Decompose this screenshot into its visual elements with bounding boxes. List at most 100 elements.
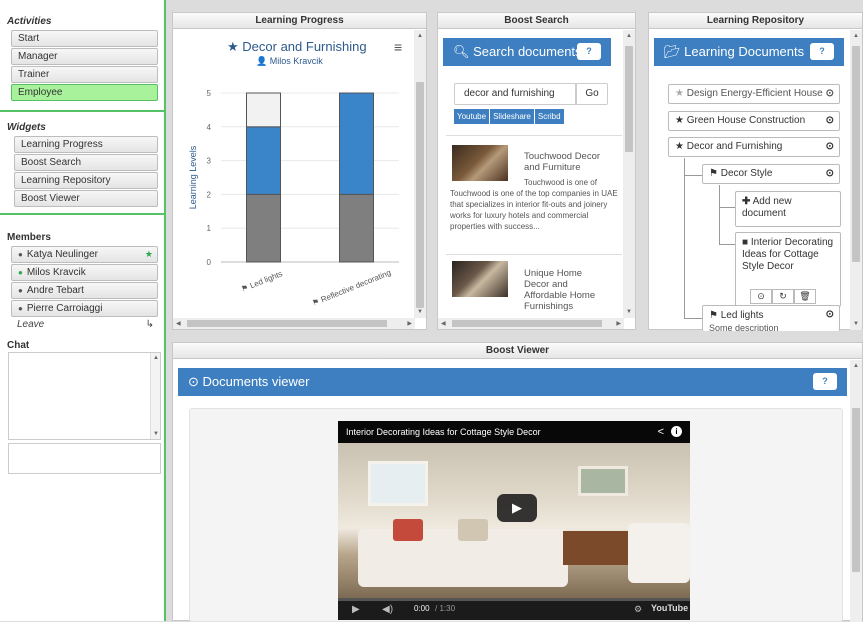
vertical-scrollbar[interactable]: ▲ ▼: [850, 30, 862, 330]
member-item[interactable]: ● Milos Kravcik: [11, 264, 158, 281]
help-icon[interactable]: ?: [810, 43, 834, 60]
tree-item[interactable]: ★ Green House Construction ⊙: [668, 111, 840, 131]
member-item[interactable]: ● Katya Neulinger ★: [11, 246, 158, 263]
tree-item[interactable]: ★ Design Energy-Efficient House ⊙: [668, 84, 840, 104]
tree-line: [684, 158, 685, 318]
activities-title: Activities: [7, 16, 52, 27]
collapse-icon[interactable]: ⊙: [826, 165, 834, 183]
widgets-section: Widgets Learning Progress Boost Search L…: [0, 110, 164, 215]
widget-learning-repository-button[interactable]: Learning Repository: [14, 172, 158, 189]
boost-viewer-panel: Boost Viewer ⊙ Documents viewer ? Interi…: [172, 342, 863, 622]
video-controls: ▶ ◀) 0:00 / 1:30 ⚙ YouTube: [338, 598, 690, 620]
document-item[interactable]: ■ Interior Decorating Ideas for Cottage …: [735, 232, 841, 307]
search-input[interactable]: decor and furnishing: [454, 83, 576, 105]
search-icon: 🔍︎: [453, 44, 470, 59]
activity-employee-button[interactable]: Employee: [11, 84, 158, 101]
view-icon[interactable]: ⊙: [750, 289, 772, 304]
search-documents-header: 🔍︎ Search documents ?: [443, 38, 611, 66]
widgets-title: Widgets: [7, 122, 46, 133]
member-name: Katya Neulinger: [26, 249, 98, 260]
add-document-button[interactable]: ✚ Add new document: [735, 191, 841, 227]
picture-shape: [578, 466, 628, 496]
activity-manager-button[interactable]: Manager: [11, 48, 158, 65]
chat-input[interactable]: [8, 443, 161, 474]
y-tick-label: 1: [207, 224, 212, 233]
tree-item[interactable]: ★ Decor and Furnishing ⊙: [668, 137, 840, 157]
edit-icon[interactable]: ↻: [772, 289, 794, 304]
horizontal-scrollbar[interactable]: ◀ ▶: [173, 318, 415, 329]
circle-play-icon: ⊙: [188, 374, 199, 389]
help-icon[interactable]: ?: [577, 43, 601, 60]
folder-open-icon: 📂︎: [664, 44, 681, 59]
info-icon[interactable]: i: [671, 426, 682, 437]
leave-arrow-icon: ↳: [145, 319, 154, 330]
chat-scrollbar[interactable]: ▲ ▼: [150, 353, 160, 439]
horizontal-scrollbar[interactable]: ◀ ▶: [438, 318, 624, 329]
tree-item-label: Green House Construction: [686, 115, 806, 126]
member-item[interactable]: ● Pierre Carroiaggi: [11, 300, 158, 317]
leave-link[interactable]: Leave ↳: [11, 319, 158, 330]
window-shape: [368, 461, 428, 506]
tree-item[interactable]: ⚑ Decor Style ⊙: [702, 164, 840, 184]
bar-segment: [246, 193, 281, 263]
boost-search-panel-title: Boost Search: [438, 13, 635, 29]
collapse-icon[interactable]: ⊙: [826, 138, 834, 156]
vertical-scrollbar[interactable]: ▲: [850, 360, 862, 622]
members-section: Members ● Katya Neulinger ★ ● Milos Krav…: [0, 228, 164, 330]
result-desc-line1: Touchwood is one of: [524, 178, 597, 187]
tree-item-desc: Some description: [709, 323, 779, 331]
member-item[interactable]: ● Andre Tebart: [11, 282, 158, 299]
offline-dot-icon: ●: [18, 250, 23, 259]
search-result[interactable]: Touchwood Decor and Furniture Touchwood …: [450, 145, 618, 257]
progress-bar[interactable]: [338, 598, 690, 601]
document-label: Interior Decorating Ideas for Cottage St…: [742, 237, 834, 272]
bar-segment: [246, 126, 281, 195]
bar-segment: [339, 92, 374, 195]
volume-icon[interactable]: ◀): [382, 604, 393, 615]
tree-item-label: Decor Style: [720, 168, 773, 179]
chart-menu-icon[interactable]: ≡: [394, 39, 402, 55]
collapse-icon[interactable]: ⊙: [826, 85, 834, 103]
widget-boost-viewer-button[interactable]: Boost Viewer: [14, 190, 158, 207]
video-title[interactable]: Interior Decorating Ideas for Cottage St…: [346, 427, 541, 437]
tree-line: [684, 318, 702, 319]
activity-start-button[interactable]: Start: [11, 30, 158, 47]
y-tick-label: 0: [207, 258, 212, 267]
chat-messages-area: ▲ ▼: [8, 352, 161, 440]
source-tab-scribd[interactable]: Scribd: [534, 109, 564, 124]
star-icon: ★: [675, 141, 684, 152]
learning-repository-panel-title: Learning Repository: [649, 13, 862, 29]
source-tab-youtube[interactable]: Youtube: [454, 109, 490, 124]
video-player[interactable]: Interior Decorating Ideas for Cottage St…: [338, 421, 690, 620]
help-icon[interactable]: ?: [813, 373, 837, 390]
share-icon[interactable]: <: [658, 421, 664, 443]
vertical-scrollbar[interactable]: ▲ ▼: [414, 30, 426, 318]
tree-item-label: Decor and Furnishing: [686, 141, 783, 152]
play-icon[interactable]: ▶: [352, 604, 360, 615]
plus-icon: ✚: [742, 196, 751, 207]
collapse-icon[interactable]: ⊙: [826, 309, 834, 321]
youtube-logo-icon[interactable]: YouTube: [651, 603, 688, 613]
search-result[interactable]: Unique Home Decor and Affordable Home Fu…: [452, 261, 618, 321]
chart-title-text: Decor and Furnishing: [242, 39, 367, 54]
tree-item[interactable]: ⚑ Led lights ⊙ Some description: [702, 305, 840, 331]
divider: [446, 135, 622, 136]
trash-icon[interactable]: 🗑︎: [794, 289, 816, 304]
bar-segment: [246, 92, 281, 128]
vertical-scrollbar[interactable]: ▲ ▼: [623, 30, 635, 318]
widget-boost-search-button[interactable]: Boost Search: [14, 154, 158, 171]
widget-learning-progress-button[interactable]: Learning Progress: [14, 136, 158, 153]
tree-item-label: Design Energy-Efficient House: [686, 88, 823, 99]
activity-trainer-button[interactable]: Trainer: [11, 66, 158, 83]
play-button[interactable]: ▶: [497, 494, 537, 522]
settings-icon[interactable]: ⚙: [634, 604, 642, 615]
star-icon: ★: [675, 115, 684, 126]
go-button[interactable]: Go: [576, 83, 608, 105]
member-name: Milos Kravcik: [26, 267, 86, 278]
video-title-bar: Interior Decorating Ideas for Cottage St…: [338, 421, 690, 443]
collapse-icon[interactable]: ⊙: [826, 112, 834, 130]
member-name: Pierre Carroiaggi: [26, 303, 103, 314]
tree-line: [719, 244, 735, 245]
boost-viewer-panel-title: Boost Viewer: [173, 343, 862, 359]
source-tab-slideshare[interactable]: Slideshare: [490, 109, 534, 124]
